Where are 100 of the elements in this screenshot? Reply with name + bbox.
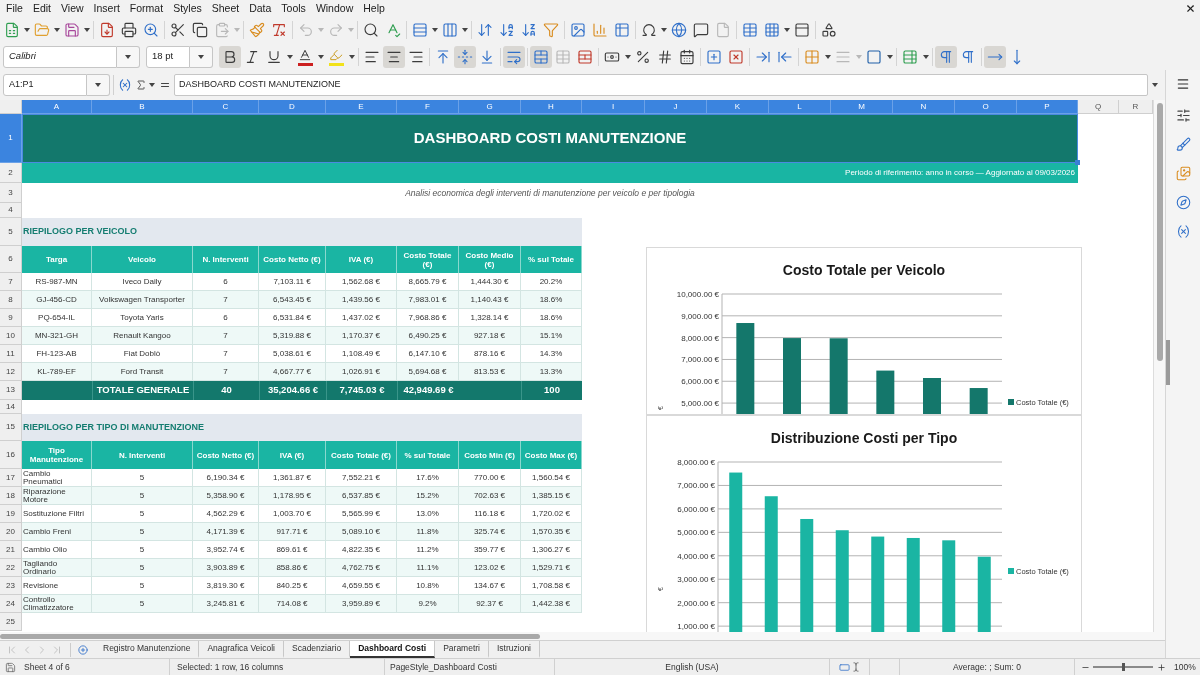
caret-icon: [54, 28, 60, 32]
table-cell: 4,659.55 €: [326, 577, 397, 595]
column-header[interactable]: I: [582, 100, 645, 114]
row-header[interactable]: 9: [0, 309, 22, 327]
left-to-right-button[interactable]: [935, 45, 957, 68]
table-cell: 7,968.86 €: [397, 309, 459, 327]
row-header[interactable]: 21: [0, 541, 22, 559]
column-header[interactable]: G: [459, 100, 521, 114]
menu-item[interactable]: Sheet: [206, 0, 245, 17]
table-cell: 325.74 €: [459, 523, 521, 541]
row-header[interactable]: 12: [0, 363, 22, 381]
table-cell: 5,358.90 €: [193, 487, 259, 505]
axis-label: 5,000.00 €: [677, 528, 715, 538]
menu-item[interactable]: Format: [124, 0, 169, 17]
zoom-in-button[interactable]: [1156, 661, 1166, 673]
column-header[interactable]: D: [259, 100, 326, 114]
column-header[interactable]: Q: [1078, 100, 1119, 114]
menu-item[interactable]: Tools: [276, 0, 311, 17]
table-cell: Sostituzione Filtri: [22, 505, 92, 523]
selection-handle[interactable]: [1075, 160, 1080, 165]
column-header[interactable]: L: [769, 100, 831, 114]
caret-icon: [661, 28, 667, 32]
arrow-to-top-icon: [435, 48, 451, 65]
bold-button[interactable]: [219, 45, 241, 68]
column-header[interactable]: E: [326, 100, 397, 114]
table-cell: 17.6%: [397, 469, 459, 487]
column-header[interactable]: O: [955, 100, 1017, 114]
row-header[interactable]: 17: [0, 469, 22, 487]
menu-icon: [1176, 77, 1190, 91]
row-header[interactable]: 7: [0, 273, 22, 291]
fold-vertical-icon: [457, 48, 473, 65]
align-center-button[interactable]: [383, 45, 405, 68]
column-header[interactable]: R: [1119, 100, 1153, 114]
table-cell: 1,140.43 €: [459, 291, 521, 309]
table-cell: 3,245.81 €: [193, 595, 259, 613]
sheet-tab[interactable]: Dashboard Costi: [350, 641, 436, 658]
table-cell: 9.2%: [397, 595, 459, 613]
column-header[interactable]: P: [1017, 100, 1078, 114]
caret-icon: [624, 54, 631, 59]
row-header[interactable]: 10: [0, 327, 22, 345]
row-header[interactable]: 16: [0, 441, 22, 469]
zoom-slider-thumb[interactable]: [1121, 663, 1125, 671]
row-header[interactable]: 20: [0, 523, 22, 541]
row-header[interactable]: 8: [0, 291, 22, 309]
menu-item[interactable]: Window: [310, 0, 359, 17]
vertical-scrollbar-thumb[interactable]: [1156, 103, 1163, 361]
row-header[interactable]: 25: [0, 613, 22, 631]
text-left-to-right-button[interactable]: [984, 45, 1006, 68]
row-header[interactable]: 11: [0, 345, 22, 363]
highlighter-icon: [328, 47, 344, 66]
font-name-field[interactable]: Calibri: [3, 45, 117, 68]
sum-status: Average: ; Sum: 0: [953, 660, 1021, 674]
font-size-field[interactable]: 18 pt: [146, 45, 190, 68]
row-header[interactable]: 24: [0, 595, 22, 613]
formula-input[interactable]: DASHBOARD COSTI MANUTENZIONE: [174, 74, 1148, 96]
row-header[interactable]: 23: [0, 577, 22, 595]
menu-item[interactable]: Data: [244, 0, 277, 17]
row-header[interactable]: 15: [0, 414, 22, 441]
column-header[interactable]: H: [521, 100, 582, 114]
row-header[interactable]: 19: [0, 505, 22, 523]
column-header[interactable]: F: [397, 100, 459, 114]
menu-item[interactable]: Styles: [168, 0, 207, 17]
table-cell: 4,667.77 €: [259, 363, 326, 381]
column-header[interactable]: M: [831, 100, 893, 114]
row-header[interactable]: 22: [0, 559, 22, 577]
menu-item[interactable]: File: [1, 0, 28, 17]
row-header[interactable]: 13: [0, 381, 22, 400]
column-header[interactable]: A: [22, 100, 92, 114]
table-cell: 840.25 €: [259, 577, 326, 595]
printer-icon: [121, 22, 137, 38]
menu-item[interactable]: View: [56, 0, 89, 17]
sidebar-grip[interactable]: [1166, 340, 1170, 385]
row-header[interactable]: 5: [0, 218, 22, 246]
table-cell: 5: [92, 487, 193, 505]
column-header[interactable]: N: [893, 100, 955, 114]
row-header[interactable]: 6: [0, 246, 22, 273]
table-cell: MN-321-GH: [22, 327, 92, 345]
merge-center-button[interactable]: [530, 45, 552, 68]
column-heading: Costo Netto (€): [193, 441, 259, 469]
menu-item[interactable]: Insert: [88, 0, 125, 17]
row-header[interactable]: 2: [0, 163, 22, 183]
wrap-text-button[interactable]: [503, 45, 525, 68]
row-header[interactable]: 1: [0, 114, 22, 163]
total-cell: TOTALE GENERALE: [92, 381, 193, 400]
menu-item[interactable]: Help: [358, 0, 390, 17]
column-heading: Targa: [22, 246, 92, 273]
table-cell: 1,328.14 €: [459, 309, 521, 327]
globe-icon: [671, 22, 687, 38]
row-header[interactable]: 14: [0, 400, 22, 414]
column-header[interactable]: J: [645, 100, 707, 114]
column-header[interactable]: C: [193, 100, 259, 114]
menu-item[interactable]: Edit: [27, 0, 56, 17]
table-cell: Controllo Climatizzatore: [22, 595, 92, 613]
column-header[interactable]: K: [707, 100, 769, 114]
row-header[interactable]: 4: [0, 203, 22, 218]
row-header[interactable]: 18: [0, 487, 22, 505]
column-header[interactable]: B: [92, 100, 193, 114]
row-header[interactable]: 3: [0, 183, 22, 203]
horizontal-scrollbar-thumb[interactable]: [0, 633, 540, 639]
name-box[interactable]: A1:P1: [3, 74, 87, 96]
